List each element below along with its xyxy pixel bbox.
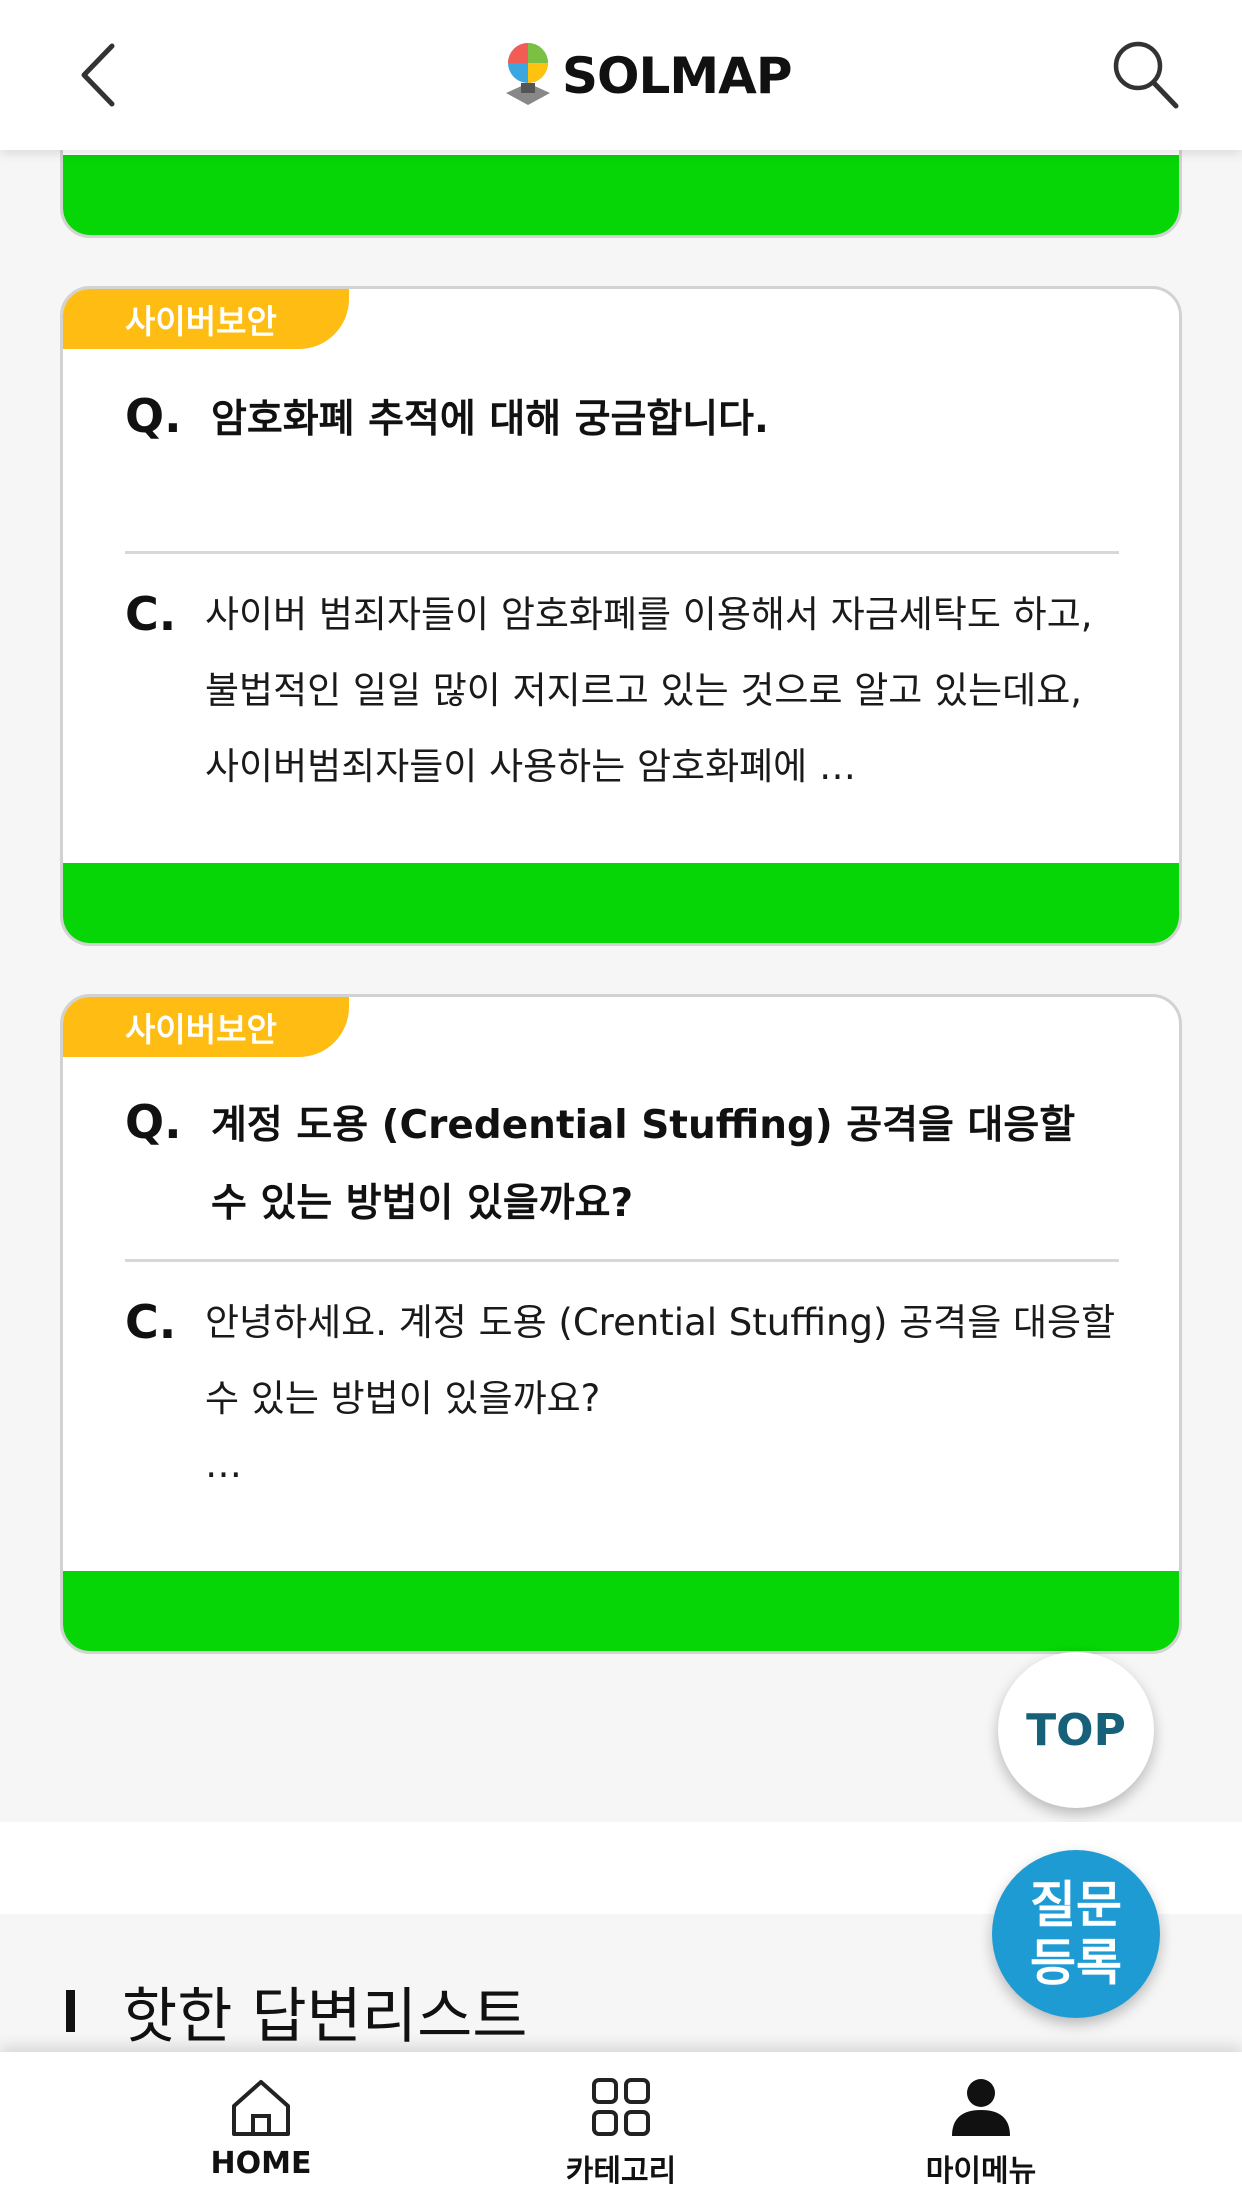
app-header: SOLMAP [0,0,1242,150]
person-icon [952,2079,1010,2136]
search-icon[interactable] [1108,36,1180,112]
nav-label: 카테고리 [565,2154,677,2189]
card-footer-bar [63,863,1179,943]
app-title: SOLMAP [562,47,792,105]
content-preview: 안녕하세요. 계정 도용 (Crential Stuffing) 공격을 대응할… [205,1285,1119,1493]
content-preview: 사이버 범죄자들이 암호화폐를 이용해서 자금세탁도 하고, 불법적인 일일 많… [205,577,1119,805]
grid-icon [592,2078,650,2136]
content-marker: C. [125,1295,177,1349]
register-question-label-line1: 질문 [1030,1876,1122,1934]
question-title: 계정 도용 (Credential Stuffing) 공격을 대응할 수 있는… [211,1103,1076,1226]
question-card[interactable]: 사이버보안 Q. 계정 도용 (Credential Stuffing) 공격을… [60,994,1182,1654]
category-tag: 사이버보안 [63,997,349,1057]
card-footer-bar [63,1571,1179,1651]
section-title-marker [66,1990,75,2032]
home-icon [232,2080,290,2136]
card-divider [125,1259,1119,1262]
bottom-nav: HOME 카테고리 마이메뉴 [0,2052,1242,2208]
question-title: 암호화폐 추적에 대해 궁금합니다. [211,397,769,442]
nav-item-mymenu[interactable]: 마이메뉴 [861,2052,1101,2208]
app-logo: SOLMAP [500,36,792,116]
register-question-label-line2: 등록 [1030,1934,1122,1992]
content-marker: C. [125,587,177,641]
section-title: 핫한 답변리스트 [122,1982,528,2052]
content-text: 안녕하세요. 계정 도용 (Crential Stuffing) 공격을 대응할… [205,1301,1116,1420]
nav-item-category[interactable]: 카테고리 [501,2052,741,2208]
content-text: 사이버 범죄자들이 암호화폐를 이용해서 자금세탁도 하고, 불법적인 일일 많… [205,593,1093,788]
nav-label: 마이메뉴 [925,2154,1037,2189]
scroll-top-button[interactable]: TOP [998,1652,1154,1808]
card-divider [125,551,1119,554]
question-marker: Q. [125,389,182,443]
question-card[interactable]: 사이버보안 Q. 암호화폐 추적에 대해 궁금합니다. C. 사이버 범죄자들이… [60,286,1182,946]
nav-label: HOME [210,2146,312,2181]
register-question-button[interactable]: 질문 등록 [992,1850,1160,2018]
content-ellipsis: … [205,1443,242,1486]
card-footer-bar [63,155,1179,235]
chevron-left-icon[interactable] [70,40,130,110]
logo-bulb-icon [506,43,550,105]
nav-item-home[interactable]: HOME [141,2052,381,2208]
category-tag: 사이버보안 [63,289,349,349]
question-marker: Q. [125,1095,182,1149]
